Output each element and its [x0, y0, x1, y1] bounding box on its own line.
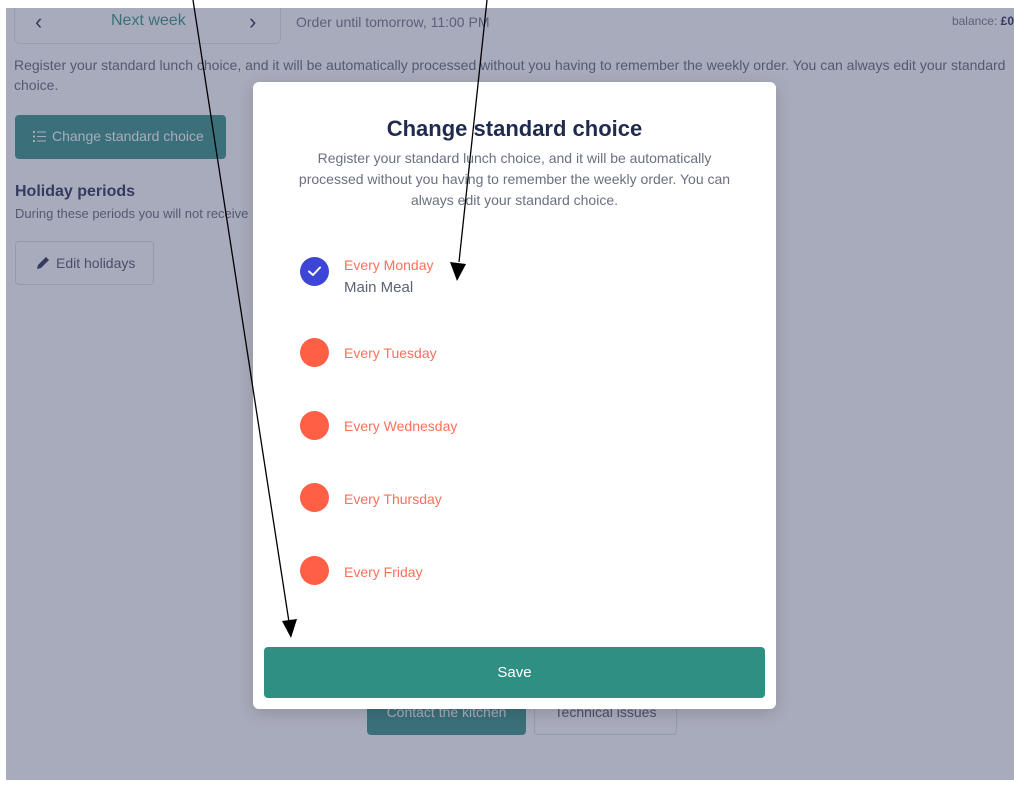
page: ‹ Next week › Order until tomorrow, 11:0…	[0, 0, 1014, 787]
arrow-head-icon	[450, 262, 466, 281]
arrow-head-icon	[282, 619, 297, 638]
arrow-line-to-monday	[458, 0, 488, 263]
annotation-arrows	[192, 0, 488, 638]
arrow-line-to-save	[192, 0, 290, 623]
